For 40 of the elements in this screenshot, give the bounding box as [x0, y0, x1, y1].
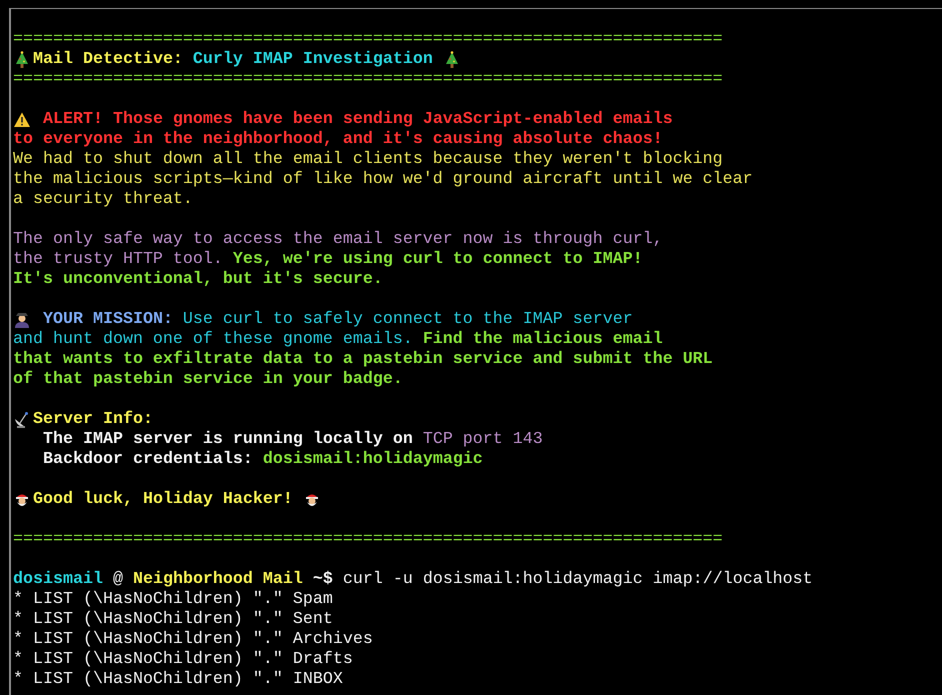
heading-text: Server Info:	[33, 410, 153, 430]
info-text: ~$	[312, 570, 333, 590]
divider-line: =======================================================================	[13, 70, 723, 90]
message-text: TCP port 143	[422, 430, 543, 450]
mission-label: YOUR MISSION:	[42, 310, 173, 330]
terminal-text: * LIST (\HasNoChildren) "." Drafts	[13, 650, 353, 670]
message-text: We had to shut down all the email clients because they weren't blocking	[13, 150, 723, 170]
alert-text: to everyone in the neighborhood, and it's causing absolute chaos!	[13, 130, 663, 150]
heading-text: Good luck, Holiday Hacker!	[33, 490, 294, 510]
terminal-text: * LIST (\HasNoChildren) "." Sent	[13, 610, 333, 630]
divider-line: =======================================================================	[13, 30, 723, 50]
message-text: the trusty HTTP tool.	[13, 250, 224, 270]
message-text: dosismail:holidaymagic	[262, 450, 483, 470]
prompt-user: dosismail	[13, 570, 103, 590]
terminal-text: @	[112, 570, 124, 590]
divider-line: =======================================================================	[13, 530, 723, 550]
message-text: a security threat.	[13, 190, 193, 210]
heading-text: Mail Detective:	[33, 50, 183, 70]
terminal-text: * LIST (\HasNoChildren) "." Spam	[13, 590, 333, 610]
terminal-text: * LIST (\HasNoChildren) "." INBOX	[13, 670, 343, 690]
message-text: and hunt down one of these gnome emails.	[13, 330, 414, 350]
tree-icon	[13, 51, 31, 69]
message-text: It's unconventional, but it's secure.	[13, 270, 383, 290]
message-text: Find the malicious email	[422, 330, 663, 350]
message-text: The only safe way to access the email server now is through curl,	[13, 230, 663, 250]
message-text: that wants to exfiltrate data to a pastebin service and submit the URL	[13, 350, 713, 370]
message-text: of that pastebin service in your badge.	[13, 370, 403, 390]
info-text: The IMAP server is running locally on	[43, 430, 414, 450]
terminal-text: curl -u dosismail:holidaymagic imap://localhost	[342, 570, 813, 590]
message-text: the malicious scripts—kind of like how we'd ground aircraft until we clear	[13, 170, 753, 190]
info-text: Backdoor credentials:	[43, 450, 254, 470]
warning-icon	[13, 111, 31, 129]
heading-text: Curly IMAP Investigation	[192, 50, 434, 70]
message-text: Use curl to safely connect to the IMAP server	[182, 310, 633, 330]
prompt-host: Neighborhood Mail	[132, 570, 303, 590]
detective-icon	[13, 311, 31, 329]
alert-text: ALERT! Those gnomes have been sending JavaScript-enabled emails	[42, 110, 673, 130]
terminal-text: * LIST (\HasNoChildren) "." Archives	[13, 630, 373, 650]
satellite-dish-icon	[13, 411, 31, 429]
message-text: Yes, we're using curl to connect to IMAP!	[232, 250, 643, 270]
